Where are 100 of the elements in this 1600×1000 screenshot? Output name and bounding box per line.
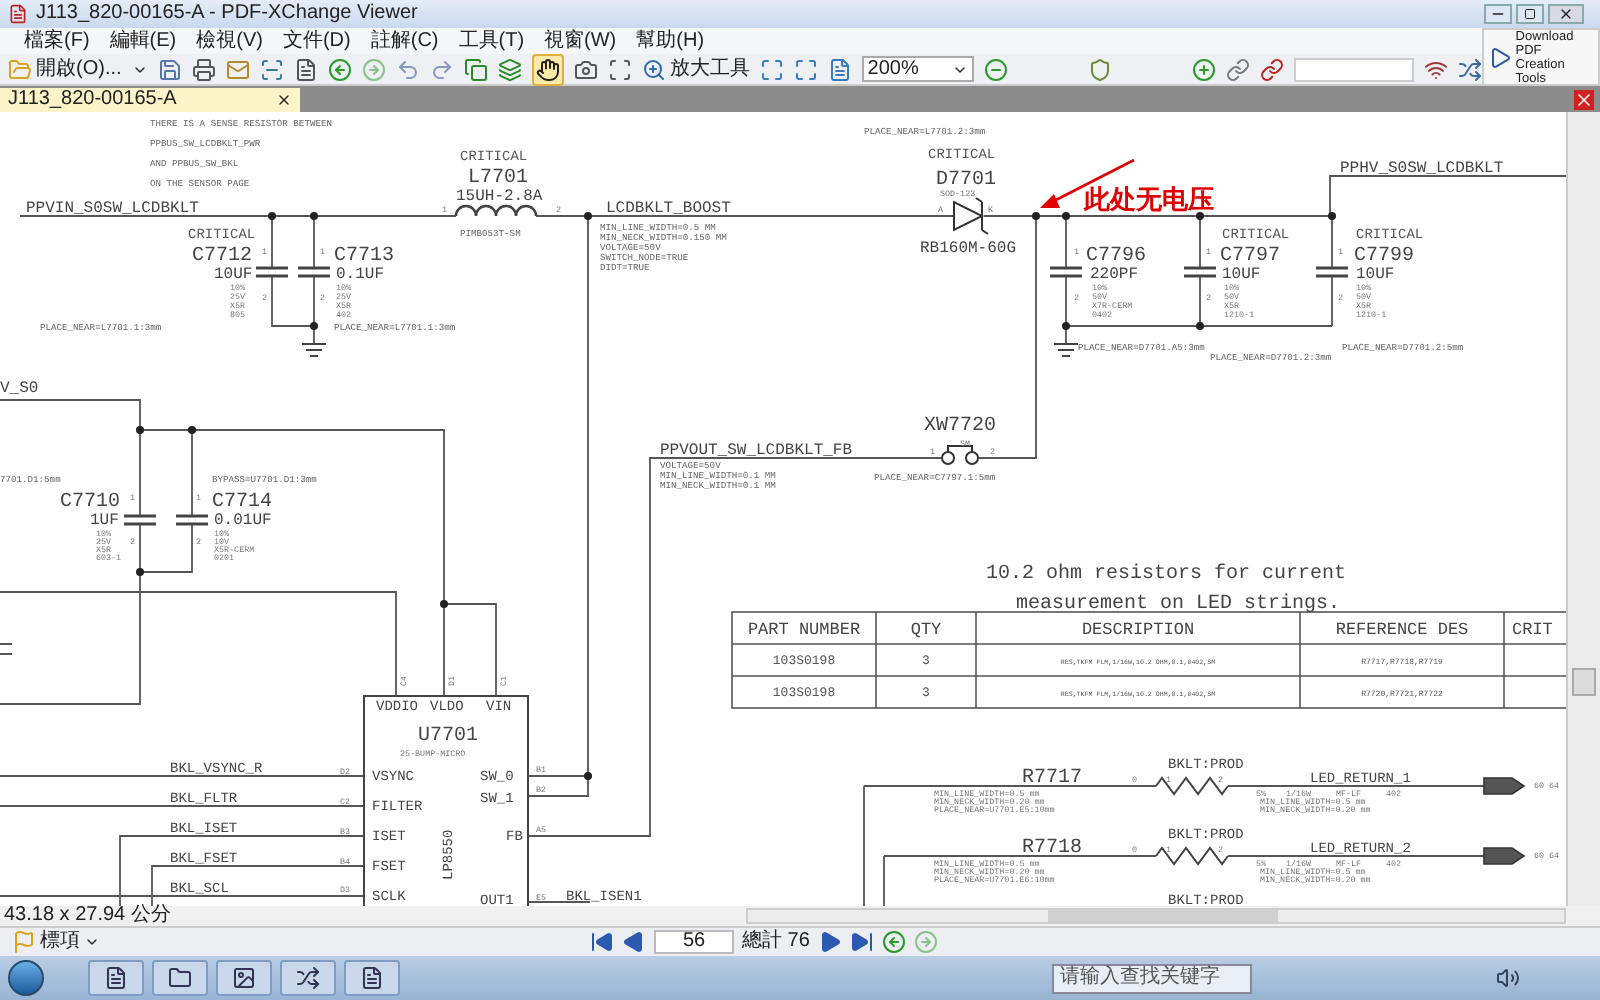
minimize-icon[interactable] (1484, 4, 1512, 24)
junction-dot (1328, 212, 1336, 220)
junction-dot (440, 600, 448, 608)
reference-designator: U7701 (418, 726, 479, 748)
reference-designator: C7714 (212, 492, 273, 514)
page-total: 總計 76 (742, 932, 810, 952)
back-icon[interactable] (881, 930, 906, 954)
horizontal-scrollbar[interactable] (746, 908, 1566, 924)
capacitor-symbol (1182, 266, 1218, 278)
last-page-icon[interactable] (849, 930, 874, 954)
ground-symbol (301, 343, 327, 357)
caret-icon[interactable] (84, 934, 100, 950)
menu-item[interactable]: 註解(C) (370, 31, 439, 51)
back-icon[interactable] (327, 57, 352, 81)
link-icon[interactable] (1259, 57, 1284, 81)
zoom-tool-button[interactable]: 放大工具 (641, 57, 750, 81)
open-button[interactable]: 開啟(O)... (8, 57, 122, 81)
save-icon[interactable] (157, 57, 182, 81)
volume-icon[interactable] (1496, 966, 1520, 990)
net-label: PPHV_S0SW_LCDBKLT (1340, 160, 1504, 178)
table-header: REFERENCE DES (1335, 620, 1469, 640)
fit-width-icon[interactable] (793, 57, 818, 81)
close-icon[interactable] (1548, 4, 1584, 24)
hand-tool-button[interactable] (531, 53, 564, 85)
scan-icon[interactable] (259, 57, 284, 81)
hand-icon (535, 57, 560, 81)
link-icon[interactable] (1225, 57, 1250, 81)
menu-item[interactable]: 文件(D) (282, 31, 351, 51)
scroll-thumb[interactable] (1048, 910, 1278, 922)
component-value: 10UF (1356, 266, 1395, 284)
document-scan-icon[interactable] (293, 57, 318, 81)
capacitor-symbol (1048, 266, 1084, 278)
zoom-field[interactable]: 200% (861, 56, 974, 82)
taskbar-app-button[interactable] (152, 960, 208, 996)
camera-icon[interactable] (573, 57, 598, 81)
zoom-in-icon[interactable] (1191, 57, 1216, 81)
table-heading: measurement on LED strings. (1016, 594, 1341, 616)
capacitor-symbol (296, 266, 332, 278)
start-button[interactable] (8, 960, 44, 996)
scroll-thumb[interactable] (1572, 668, 1596, 696)
page-field[interactable]: 56 (654, 930, 734, 954)
app-icon (104, 966, 128, 990)
window-title: J113_820-00165-A - PDF-XChange Viewer (36, 4, 418, 24)
taskbar-app-button[interactable] (88, 960, 144, 996)
junction-dot (188, 426, 196, 434)
mail-icon[interactable] (225, 57, 250, 81)
reference-designator: R7718 (1022, 838, 1083, 860)
junction-dot (136, 426, 144, 434)
junction-dot (584, 772, 592, 780)
select-icon[interactable] (607, 57, 632, 81)
app-icon (168, 966, 192, 990)
maximize-icon[interactable] (1516, 4, 1544, 24)
junction-dot (584, 212, 592, 220)
menu-item[interactable]: 編輯(E) (109, 31, 177, 51)
component-value: RB160M-60G (920, 240, 1017, 258)
reference-designator: XW7720 (924, 416, 997, 438)
net-label: PPVIN_S0SW_LCDBKLT (26, 200, 199, 218)
menu-item[interactable]: 工具(T) (458, 31, 525, 51)
taskbar-app-button[interactable] (216, 960, 272, 996)
resistor-symbol (1155, 776, 1229, 796)
menu-item[interactable]: 檢視(V) (196, 31, 263, 51)
menu-item[interactable]: 檔案(F) (24, 31, 90, 51)
capacitor-symbol (1314, 266, 1350, 278)
previous-page-icon[interactable] (622, 930, 646, 954)
flag-icon (12, 930, 36, 954)
next-page-icon[interactable] (817, 930, 842, 954)
zoom-in-icon (641, 57, 666, 81)
taskbar-app-button[interactable] (280, 960, 336, 996)
first-page-icon[interactable] (590, 930, 614, 954)
reference-designator: C7710 (60, 492, 121, 514)
component-value: 0.01UF (214, 512, 272, 530)
table-header: PART NUMBER (747, 620, 861, 640)
actual-size-icon[interactable] (827, 57, 852, 81)
menu-item[interactable]: 幫助(H) (636, 31, 705, 51)
print-icon[interactable] (191, 57, 216, 81)
reference-designator: R7717 (1022, 768, 1083, 790)
resistor-symbol (1155, 846, 1229, 866)
pages-icon[interactable] (497, 57, 522, 81)
junction-dot (1196, 212, 1204, 220)
component-value: 15UH-2.8A (456, 188, 543, 206)
taskbar-search-field[interactable]: 请输入查找关键字 (1052, 963, 1252, 993)
junction-dot (268, 212, 276, 220)
fit-page-icon[interactable] (759, 57, 784, 81)
shield-icon[interactable] (1087, 57, 1112, 81)
zoom-out-icon[interactable] (983, 57, 1008, 81)
reference-designator: C7796 (1086, 246, 1147, 268)
inductor-symbol (454, 204, 538, 218)
table-heading: 10.2 ohm resistors for current (986, 564, 1347, 586)
junction-dot (310, 322, 318, 330)
bookmarks-label[interactable]: 標項 (40, 932, 80, 952)
document-tab[interactable]: J113_820-00165-A (0, 88, 300, 112)
close-icon[interactable] (276, 92, 292, 108)
vertical-scrollbar[interactable] (1566, 112, 1600, 906)
search-field[interactable] (1293, 57, 1414, 81)
download-icon (1487, 45, 1512, 69)
copy-icon[interactable] (463, 57, 488, 81)
taskbar-app-button[interactable] (344, 960, 400, 996)
menu-item[interactable]: 視窗(W) (544, 31, 617, 51)
junction-dot (1062, 322, 1070, 330)
page-dimensions: 43.18 x 27.94 公分 (2, 906, 171, 926)
